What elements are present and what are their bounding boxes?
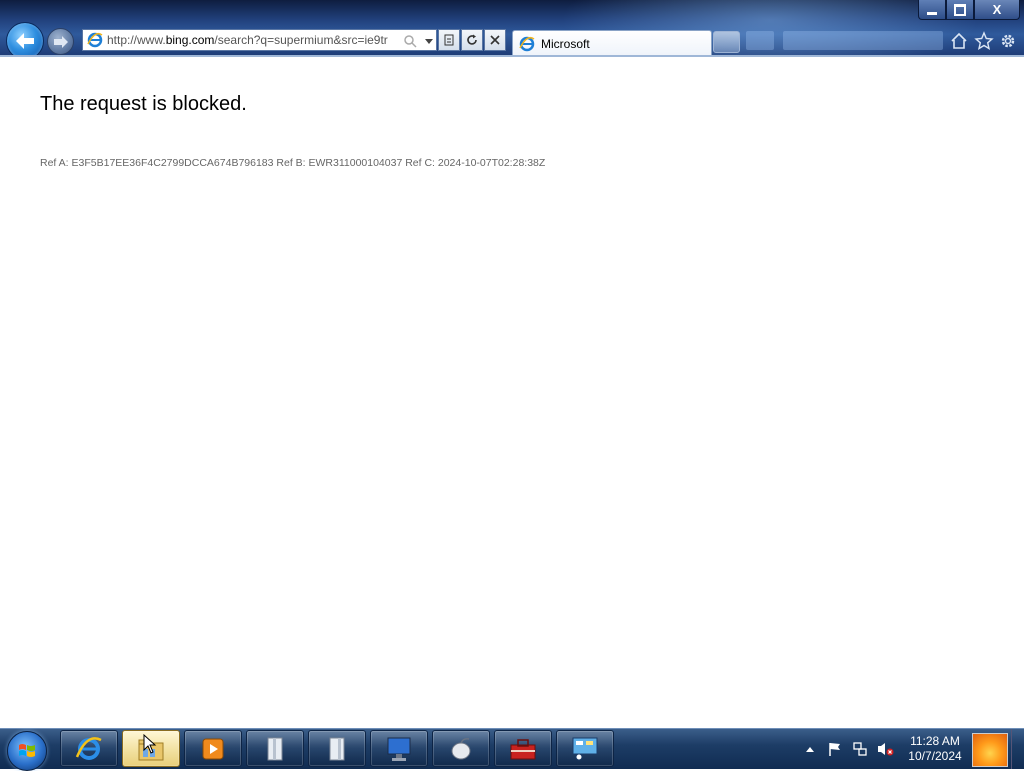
taskbar-app-5[interactable]: [308, 730, 366, 767]
favorites-star-icon[interactable]: [974, 31, 994, 51]
url-prefix: http://www.: [107, 33, 166, 47]
windows-logo-icon: [19, 744, 35, 757]
clock-date: 10/7/2024: [908, 749, 962, 763]
close-icon: [490, 35, 500, 45]
gear-icon[interactable]: [998, 31, 1018, 51]
start-button[interactable]: [7, 731, 47, 771]
search-placeholder: [783, 31, 943, 50]
document-app-icon: [329, 737, 345, 760]
ie-tab-icon: [519, 36, 535, 52]
taskbar-media-player[interactable]: [184, 730, 242, 767]
mouse-icon: [451, 737, 471, 759]
address-bar[interactable]: http://www.bing.com/search?q=supermium&s…: [82, 29, 437, 51]
taskbar-control-panel[interactable]: [556, 730, 614, 767]
clock[interactable]: 11:28 AM 10/7/2024: [900, 734, 970, 764]
close-button[interactable]: X: [974, 0, 1020, 20]
tab-microsoft[interactable]: Microsoft: [512, 30, 712, 57]
url-domain: bing.com: [165, 33, 215, 47]
url-text[interactable]: http://www.bing.com/search?q=supermium&s…: [107, 33, 397, 47]
chevron-up-icon: [806, 747, 814, 752]
system-tray: [800, 729, 900, 769]
minimize-button[interactable]: [918, 0, 946, 20]
taskbar-internet-explorer[interactable]: [60, 730, 118, 767]
browser-chrome: X http://www.bing.com/search?q=supermium…: [0, 0, 1024, 57]
url-rest: /search?q=supermium&src=ie9tr: [214, 33, 388, 47]
internet-explorer-icon: [75, 736, 102, 760]
toolbar-placeholder: [746, 31, 774, 50]
toolbox-icon: [510, 738, 536, 759]
flag-icon: [829, 743, 840, 756]
new-tab-button[interactable]: [713, 31, 740, 53]
forward-button[interactable]: [47, 28, 74, 55]
ie-page-icon: [87, 32, 103, 48]
page-headline: The request is blocked.: [40, 93, 247, 115]
network-icon: [853, 742, 867, 756]
arrow-right-icon: [53, 35, 68, 48]
speaker-muted-icon: [878, 743, 894, 756]
taskbar-computer[interactable]: [370, 730, 428, 767]
refresh-button[interactable]: [461, 29, 483, 51]
reference-text: Ref A: E3F5B17EE36F4C2799DCCA674B796183 …: [40, 157, 546, 169]
volume-button[interactable]: [875, 739, 895, 759]
desktop-preview-thumbnail[interactable]: [972, 733, 1008, 767]
tab-label: Microsoft: [541, 37, 590, 51]
taskbar-toolbox-app[interactable]: [494, 730, 552, 767]
restore-button[interactable]: [946, 0, 974, 20]
media-player-icon: [202, 738, 224, 759]
compatibility-view-button[interactable]: [438, 29, 460, 51]
taskbar: 11:28 AM 10/7/2024: [0, 728, 1024, 771]
taskbar-mouse-app[interactable]: [432, 730, 490, 767]
document-app-icon: [267, 737, 283, 760]
show-desktop-button[interactable]: [1011, 729, 1024, 769]
network-button[interactable]: [850, 739, 870, 759]
control-panel-icon: [572, 737, 598, 760]
home-icon[interactable]: [949, 31, 969, 51]
refresh-icon: [467, 34, 477, 45]
back-button[interactable]: [6, 22, 44, 57]
show-hidden-icons-button[interactable]: [800, 739, 820, 759]
taskbar-windows-explorer[interactable]: [122, 730, 180, 767]
page-content: The request is blocked. Ref A: E3F5B17EE…: [0, 57, 1024, 728]
compatibility-icon: [444, 34, 454, 46]
taskbar-app-4[interactable]: [246, 730, 304, 767]
dropdown-arrow-icon[interactable]: [424, 37, 434, 45]
mouse-cursor-icon: [143, 734, 157, 754]
clock-time: 11:28 AM: [910, 734, 960, 748]
computer-monitor-icon: [387, 737, 411, 761]
arrow-left-icon: [16, 33, 34, 49]
action-center-button[interactable]: [825, 739, 845, 759]
window-controls: X: [918, 0, 1020, 20]
stop-button[interactable]: [484, 29, 506, 51]
search-icon[interactable]: [403, 34, 417, 48]
